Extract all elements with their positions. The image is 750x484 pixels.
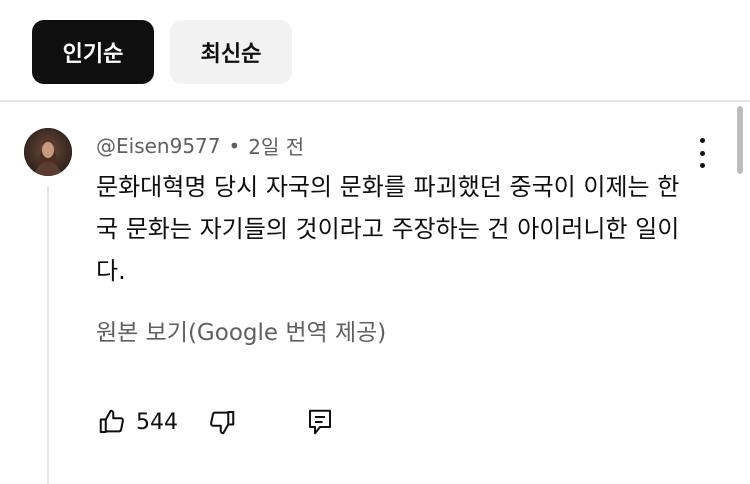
comment-meta: @Eisen9577 • 2일 전 [96,131,304,160]
comment-author[interactable]: @Eisen9577 [96,134,221,158]
avatar-image [24,128,72,176]
sort-popular-chip[interactable]: 인기순 [32,20,154,84]
reply-icon[interactable] [304,406,336,438]
comment-time[interactable]: 2일 전 [248,131,304,160]
sort-chips: 인기순 최신순 [32,20,292,84]
thumbs-down-icon[interactable] [206,406,238,438]
divider [0,100,750,102]
thumbs-up-icon[interactable] [96,406,128,438]
sort-newest-chip[interactable]: 최신순 [170,20,292,84]
comment-actions: 544 [96,406,336,438]
more-vertical-icon[interactable] [690,138,714,168]
avatar[interactable] [24,128,72,176]
like-count: 544 [136,409,178,435]
thread-line [47,186,49,484]
scrollbar[interactable] [737,106,743,174]
meta-separator: • [228,133,241,158]
comment-text: 문화대혁명 당시 자국의 문화를 파괴했던 중국이 이제는 한국 문화는 자기들… [96,173,680,285]
view-original-link[interactable]: 원본 보기(Google 번역 제공) [96,313,386,347]
